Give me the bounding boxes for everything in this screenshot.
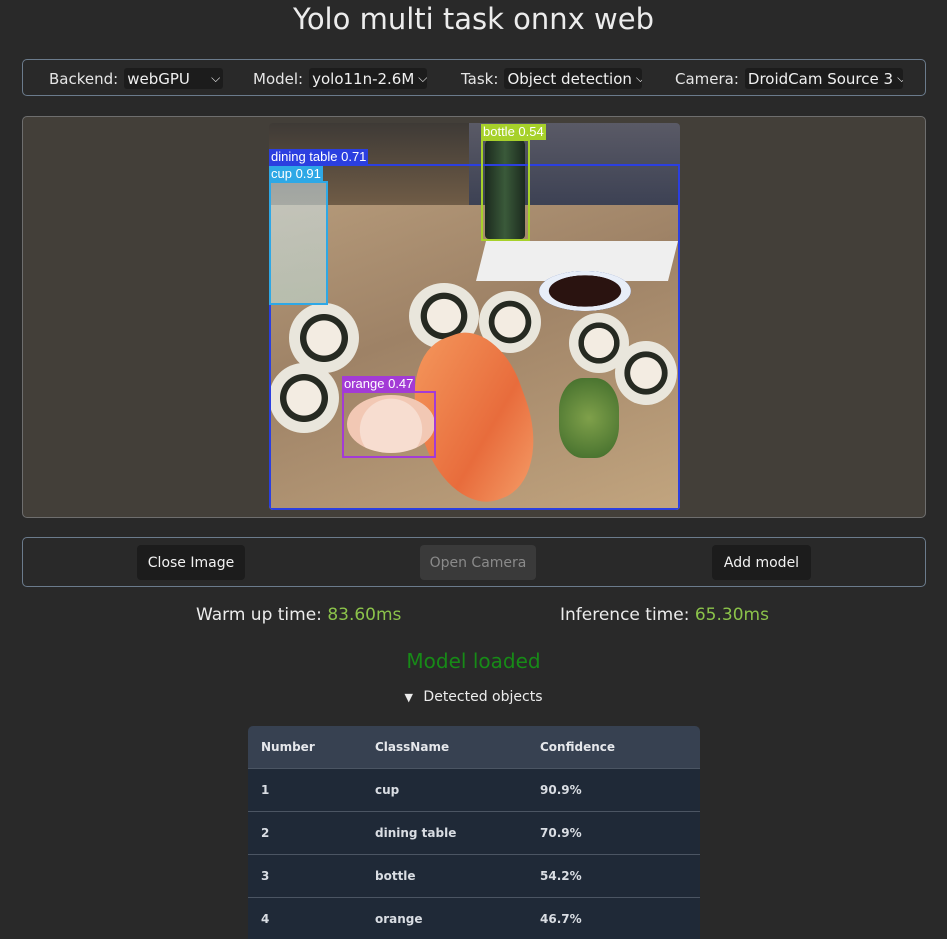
action-bar: Close Image Open Camera Add model	[22, 537, 926, 587]
add-model-button[interactable]: Add model	[712, 545, 811, 580]
table-header: Number ClassName Confidence	[248, 726, 700, 768]
camera-select[interactable]: DroidCam Source 3 ⌵	[744, 68, 903, 89]
close-image-button[interactable]: Close Image	[137, 545, 245, 580]
cell-number: 1	[261, 783, 270, 797]
camera-label: Camera:	[675, 69, 739, 88]
bbox-cup: cup 0.91	[269, 166, 328, 305]
cell-classname: cup	[375, 783, 400, 797]
model-select[interactable]: yolo11n-2.6M ⌵	[309, 68, 428, 89]
cell-number: 2	[261, 826, 270, 840]
column-header: Confidence	[540, 740, 616, 754]
image-viewport: dining table 0.71 cup 0.91 bottle 0.54 o…	[22, 116, 926, 518]
cell-number: 4	[261, 912, 270, 926]
chevron-down-icon: ⌵	[635, 71, 643, 85]
warmup-label: Warm up time:	[196, 605, 322, 625]
open-camera-button[interactable]: Open Camera	[420, 545, 536, 580]
warmup-value: 83.60ms	[327, 605, 402, 625]
cell-confidence: 46.7%	[540, 912, 582, 926]
column-header: ClassName	[375, 740, 450, 754]
table-row: 1 cup 90.9%	[248, 768, 700, 811]
inference-label: Inference time:	[560, 605, 690, 625]
task-control: Task: Object detection ⌵	[461, 68, 643, 89]
model-label: Model:	[253, 69, 304, 88]
model-status: Model loaded	[406, 649, 541, 673]
inference-value: 65.30ms	[694, 605, 769, 625]
bbox-label: bottle 0.54	[481, 124, 546, 140]
cell-confidence: 54.2%	[540, 869, 582, 883]
input-image: dining table 0.71 cup 0.91 bottle 0.54 o…	[269, 123, 680, 510]
task-select[interactable]: Object detection ⌵	[504, 68, 643, 89]
cell-classname: bottle	[375, 869, 416, 883]
cell-number: 3	[261, 869, 270, 883]
cell-classname: orange	[375, 912, 423, 926]
cell-confidence: 70.9%	[540, 826, 582, 840]
page-title: Yolo multi task onnx web	[292, 2, 655, 36]
detected-objects-summary: Detected objects	[423, 689, 543, 705]
table-row: 4 orange 46.7%	[248, 897, 700, 939]
chevron-down-icon: ⌵	[211, 71, 221, 85]
bbox-bottle: bottle 0.54	[481, 124, 546, 241]
bbox-label: orange 0.47	[342, 376, 416, 392]
bbox-label: cup 0.91	[269, 166, 323, 182]
detected-objects-toggle[interactable]: ▼ Detected objects	[0, 689, 947, 705]
detected-objects-table: Number ClassName Confidence 1 cup 90.9% …	[248, 726, 700, 939]
bbox-dining-table: dining table 0.71	[269, 149, 680, 510]
chevron-down-icon: ⌵	[418, 71, 428, 85]
inference-time: Inference time: 65.30ms	[560, 605, 769, 625]
model-select-value: yolo11n-2.6M	[312, 69, 415, 88]
cell-classname: dining table	[375, 826, 457, 840]
task-select-value: Object detection	[507, 69, 632, 88]
camera-select-value: DroidCam Source 3	[747, 69, 894, 88]
backend-label: Backend:	[49, 69, 119, 88]
chevron-down-icon: ⌵	[897, 71, 903, 85]
backend-control: Backend: webGPU ⌵	[49, 68, 224, 89]
backend-select-value: webGPU	[127, 69, 190, 88]
column-header: Number	[261, 740, 315, 754]
settings-bar: Backend: webGPU ⌵ Model: yolo11n-2.6M ⌵ …	[22, 59, 926, 96]
bbox-orange: orange 0.47	[342, 376, 436, 458]
bbox-label: dining table 0.71	[269, 149, 369, 165]
camera-control: Camera: DroidCam Source 3 ⌵	[675, 68, 903, 89]
cell-confidence: 90.9%	[540, 783, 582, 797]
table-row: 3 bottle 54.2%	[248, 854, 700, 897]
model-control: Model: yolo11n-2.6M ⌵	[253, 68, 428, 89]
backend-select[interactable]: webGPU ⌵	[124, 68, 224, 89]
task-label: Task:	[461, 69, 499, 88]
warmup-time: Warm up time: 83.60ms	[196, 605, 401, 625]
table-row: 2 dining table 70.9%	[248, 811, 700, 854]
triangle-down-icon: ▼	[404, 691, 413, 704]
